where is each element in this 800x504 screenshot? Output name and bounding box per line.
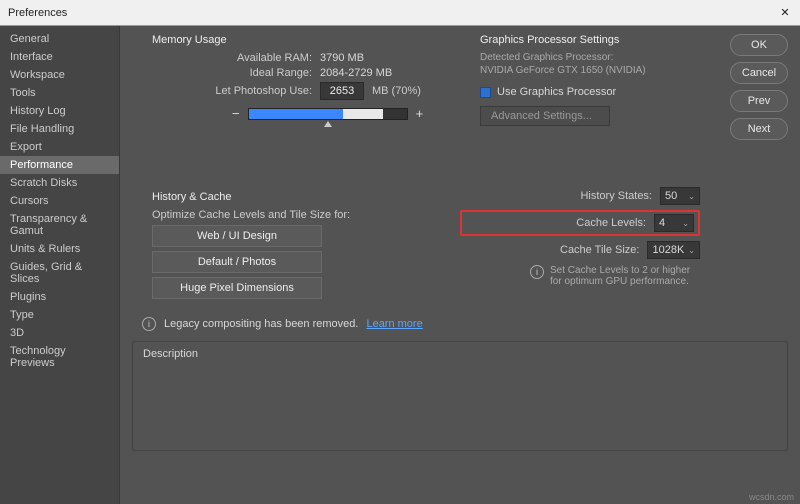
gfx-title: Graphics Processor Settings xyxy=(480,34,740,46)
sidebar-item-guides-grid-slices[interactable]: Guides, Grid & Slices xyxy=(0,258,119,288)
cache-info-text: Set Cache Levels to 2 or higher for opti… xyxy=(550,265,700,287)
sidebar-item-export[interactable]: Export xyxy=(0,138,119,156)
watermark: wcsdn.com xyxy=(749,492,794,502)
graphics-processor-section: Graphics Processor Settings Detected Gra… xyxy=(480,34,740,126)
titlebar: Preferences ✕ xyxy=(0,0,800,26)
sidebar-item-type[interactable]: Type xyxy=(0,306,119,324)
learn-more-link[interactable]: Learn more xyxy=(366,318,422,330)
sidebar-item-tools[interactable]: Tools xyxy=(0,84,119,102)
let-photoshop-use-label: Let Photoshop Use: xyxy=(152,85,312,97)
detected-gp-value: NVIDIA GeForce GTX 1650 (NVIDIA) xyxy=(480,65,740,76)
chevron-down-icon: ⌄ xyxy=(688,246,695,255)
description-panel: Description xyxy=(132,341,788,451)
main-panel: OK Cancel Prev Next Memory Usage Availab… xyxy=(120,26,800,504)
use-gp-label: Use Graphics Processor xyxy=(497,86,616,98)
sidebar-item-units-rulers[interactable]: Units & Rulers xyxy=(0,240,119,258)
sidebar-item-interface[interactable]: Interface xyxy=(0,48,119,66)
history-states-select[interactable]: 50⌄ xyxy=(660,187,700,205)
sidebar-item-scratch-disks[interactable]: Scratch Disks xyxy=(0,174,119,192)
ideal-range-label: Ideal Range: xyxy=(152,67,312,79)
info-icon: i xyxy=(530,265,544,279)
cache-levels-highlight: Cache Levels: 4⌄ xyxy=(460,210,700,236)
detected-gp-label: Detected Graphics Processor: xyxy=(480,52,740,63)
slider-minus-icon[interactable]: − xyxy=(232,106,240,121)
sidebar-item-cursors[interactable]: Cursors xyxy=(0,192,119,210)
sidebar-item-transparency-gamut[interactable]: Transparency & Gamut xyxy=(0,210,119,240)
web-ui-design-button[interactable]: Web / UI Design xyxy=(152,225,322,247)
window-title: Preferences xyxy=(8,7,67,19)
memory-title: Memory Usage xyxy=(152,34,492,46)
sidebar-item-file-handling[interactable]: File Handling xyxy=(0,120,119,138)
memory-use-unit: MB (70%) xyxy=(372,85,421,97)
default-photos-button[interactable]: Default / Photos xyxy=(152,251,322,273)
sidebar: GeneralInterfaceWorkspaceToolsHistory Lo… xyxy=(0,26,120,504)
info-icon: i xyxy=(142,317,156,331)
advanced-settings-button[interactable]: Advanced Settings... xyxy=(480,106,610,126)
close-icon[interactable]: ✕ xyxy=(778,6,792,20)
legacy-compositing-notice: i Legacy compositing has been removed. L… xyxy=(142,317,788,331)
sidebar-item-3d[interactable]: 3D xyxy=(0,324,119,342)
memory-use-input[interactable]: 2653 xyxy=(320,82,364,100)
chevron-down-icon: ⌄ xyxy=(688,192,695,201)
slider-plus-icon[interactable]: + xyxy=(416,106,424,121)
chevron-down-icon: ⌄ xyxy=(682,219,689,228)
description-label: Description xyxy=(143,348,198,360)
dialog-body: GeneralInterfaceWorkspaceToolsHistory Lo… xyxy=(0,26,800,504)
sidebar-item-general[interactable]: General xyxy=(0,30,119,48)
available-ram-label: Available RAM: xyxy=(152,52,312,64)
ideal-range-value: 2084-2729 MB xyxy=(320,67,392,79)
sidebar-item-technology-previews[interactable]: Technology Previews xyxy=(0,342,119,372)
history-cache-fields: History States: 50⌄ Cache Levels: 4⌄ Cac… xyxy=(460,182,700,287)
cache-levels-label: Cache Levels: xyxy=(576,217,646,229)
cache-tile-size-label: Cache Tile Size: xyxy=(560,244,639,256)
sidebar-item-plugins[interactable]: Plugins xyxy=(0,288,119,306)
sidebar-item-history-log[interactable]: History Log xyxy=(0,102,119,120)
memory-slider[interactable] xyxy=(248,108,408,120)
checkbox-icon xyxy=(480,87,491,98)
legacy-text: Legacy compositing has been removed. xyxy=(164,318,358,330)
available-ram-value: 3790 MB xyxy=(320,52,364,64)
cache-tile-size-select[interactable]: 1028K⌄ xyxy=(647,241,700,259)
huge-pixel-button[interactable]: Huge Pixel Dimensions xyxy=(152,277,322,299)
cache-levels-select[interactable]: 4⌄ xyxy=(654,214,694,232)
sidebar-item-workspace[interactable]: Workspace xyxy=(0,66,119,84)
history-states-label: History States: xyxy=(580,190,652,202)
sidebar-item-performance[interactable]: Performance xyxy=(0,156,119,174)
use-gp-checkbox[interactable]: Use Graphics Processor xyxy=(480,86,740,98)
memory-usage-section: Memory Usage Available RAM: 3790 MB Ideal… xyxy=(152,34,492,121)
